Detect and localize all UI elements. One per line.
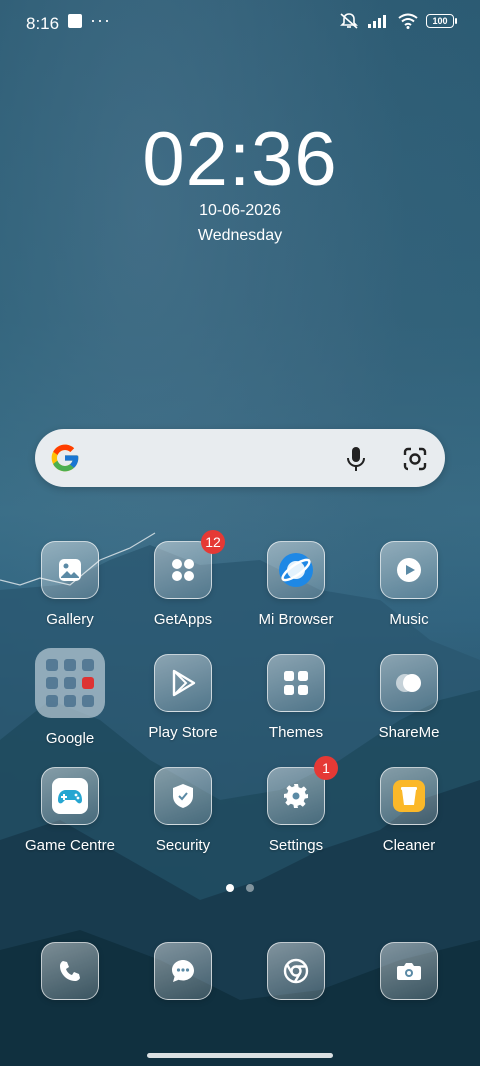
- getapps-icon: 12: [154, 530, 225, 599]
- app-label: Themes: [268, 724, 324, 741]
- app-settings[interactable]: 1 Settings: [240, 756, 352, 854]
- chrome-icon: [267, 942, 325, 1000]
- app-label: GetApps: [153, 611, 213, 628]
- app-gallery[interactable]: Gallery: [14, 541, 126, 628]
- dock-phone[interactable]: [14, 942, 126, 1000]
- page-dot[interactable]: [246, 884, 254, 892]
- app-shareme[interactable]: ShareMe: [353, 654, 465, 741]
- clock-day[interactable]: Wednesday: [0, 227, 480, 245]
- phone-icon: [41, 942, 99, 1000]
- battery-icon: 100: [426, 14, 457, 28]
- dock-messages[interactable]: [127, 942, 239, 1000]
- wifi-icon: [398, 13, 418, 29]
- settings-icon: 1: [267, 756, 338, 825]
- app-label: Settings: [268, 837, 324, 854]
- play-store-icon: [154, 654, 212, 712]
- app-label: Security: [155, 837, 211, 854]
- camera-icon: [380, 942, 438, 1000]
- mi-browser-icon: [267, 541, 325, 599]
- gesture-nav-bar[interactable]: [147, 1053, 333, 1058]
- app-play-store[interactable]: Play Store: [127, 654, 239, 741]
- app-mi-browser[interactable]: Mi Browser: [240, 541, 352, 628]
- app-game-centre[interactable]: Game Centre: [14, 767, 126, 854]
- page-indicator[interactable]: [0, 884, 480, 892]
- mic-icon[interactable]: [345, 445, 367, 473]
- app-label: Cleaner: [382, 837, 436, 854]
- mute-vibrate-icon: [340, 13, 358, 29]
- app-cleaner[interactable]: Cleaner: [353, 767, 465, 854]
- cleaner-icon: [380, 767, 438, 825]
- app-folder-google[interactable]: Google: [14, 648, 126, 747]
- google-search-bar[interactable]: [35, 429, 445, 487]
- app-security[interactable]: Security: [127, 767, 239, 854]
- app-themes[interactable]: Themes: [240, 654, 352, 741]
- status-time: 8:16: [26, 14, 60, 33]
- clock-time[interactable]: 02:36: [0, 116, 480, 203]
- signal-icon: [368, 15, 386, 28]
- google-lens-icon[interactable]: [402, 446, 428, 472]
- themes-icon: [267, 654, 325, 712]
- security-icon: [154, 767, 212, 825]
- app-label: Google: [45, 730, 95, 747]
- music-icon: [380, 541, 438, 599]
- messages-icon: [154, 942, 212, 1000]
- status-bar: 8:16 ··· 100: [0, 0, 480, 48]
- clock-date[interactable]: 10-06-2026: [0, 202, 480, 220]
- google-folder-icon: [35, 648, 105, 718]
- game-centre-icon: [41, 767, 99, 825]
- app-label: Music: [389, 611, 429, 628]
- app-label: Game Centre: [24, 837, 116, 854]
- square-notification-icon: [68, 14, 82, 28]
- shareme-icon: [380, 654, 438, 712]
- app-label: Mi Browser: [258, 611, 334, 628]
- dock-chrome[interactable]: [240, 942, 352, 1000]
- app-getapps[interactable]: 12 GetApps: [127, 530, 239, 628]
- google-g-icon: [51, 444, 79, 472]
- gallery-icon: [41, 541, 99, 599]
- notification-badge: 12: [201, 530, 225, 554]
- dock-camera[interactable]: [353, 942, 465, 1000]
- more-dots-icon: ···: [90, 10, 111, 30]
- app-label: ShareMe: [378, 724, 440, 741]
- notification-badge: 1: [314, 756, 338, 780]
- page-dot-active[interactable]: [226, 884, 234, 892]
- app-label: Play Store: [148, 724, 218, 741]
- app-label: Gallery: [46, 611, 94, 628]
- app-music[interactable]: Music: [353, 541, 465, 628]
